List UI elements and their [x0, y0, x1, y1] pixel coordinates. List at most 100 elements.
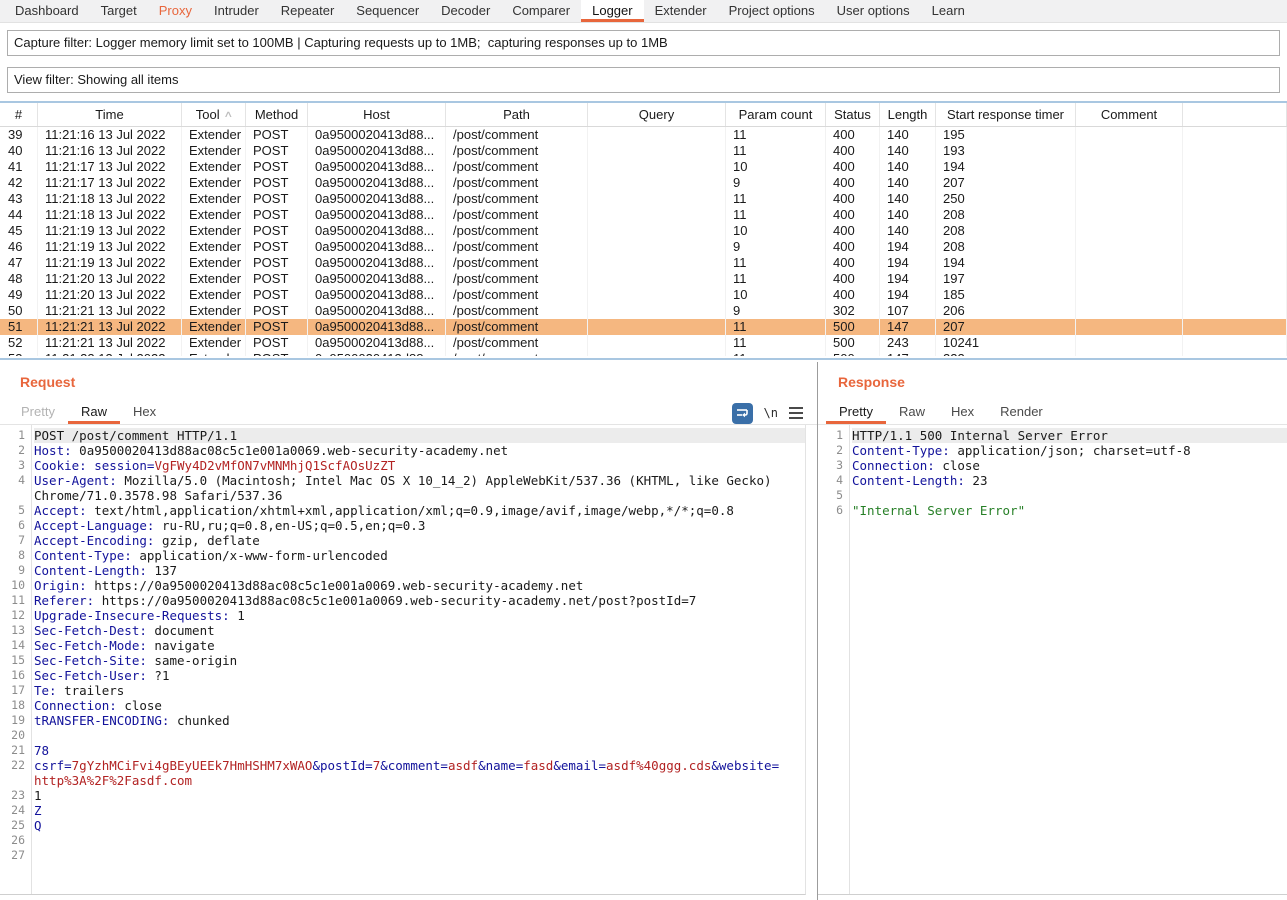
response-tab-pretty[interactable]: Pretty: [826, 400, 886, 424]
cell-param_count: 10: [726, 223, 826, 239]
cell-method: POST: [246, 207, 308, 223]
menu-item-repeater[interactable]: Repeater: [270, 0, 345, 22]
column-header-length[interactable]: Length: [880, 103, 936, 126]
menu-item-user-options[interactable]: User options: [826, 0, 921, 22]
table-row[interactable]: 4711:21:19 13 Jul 2022ExtenderPOST0a9500…: [0, 255, 1287, 271]
cell-tool: Extender: [182, 351, 246, 356]
menu-item-proxy[interactable]: Proxy: [148, 0, 203, 22]
table-row[interactable]: 5211:21:21 13 Jul 2022ExtenderPOST0a9500…: [0, 335, 1287, 351]
menu-item-learn[interactable]: Learn: [921, 0, 976, 22]
cell-status: 400: [826, 239, 880, 255]
cell-id: 48: [0, 271, 38, 287]
cell-time: 11:21:19 13 Jul 2022: [38, 223, 182, 239]
line-content: Q: [34, 818, 805, 833]
line-number: 23: [0, 788, 34, 803]
line-content: Cookie: session=VgFWy4D2vMfON7vMNMhjQ1Sc…: [34, 458, 805, 473]
word-wrap-toggle-icon[interactable]: [732, 403, 753, 424]
cell-length: 243: [880, 335, 936, 351]
cell-method: POST: [246, 191, 308, 207]
response-tab-render[interactable]: Render: [987, 400, 1056, 424]
table-row[interactable]: 4611:21:19 13 Jul 2022ExtenderPOST0a9500…: [0, 239, 1287, 255]
request-panel: Request PrettyRawHex \n 1POST /post/comm…: [0, 362, 817, 900]
menu-item-logger[interactable]: Logger: [581, 0, 643, 22]
table-row[interactable]: 4411:21:18 13 Jul 2022ExtenderPOST0a9500…: [0, 207, 1287, 223]
menu-item-intruder[interactable]: Intruder: [203, 0, 270, 22]
cell-id: 44: [0, 207, 38, 223]
table-row[interactable]: 4811:21:20 13 Jul 2022ExtenderPOST0a9500…: [0, 271, 1287, 287]
line-content: Accept: text/html,application/xhtml+xml,…: [34, 503, 805, 518]
line-content: Referer: https://0a9500020413d88ac08c5c1…: [34, 593, 805, 608]
cell-host: 0a9500020413d88...: [308, 287, 446, 303]
line-number: 17: [0, 683, 34, 698]
table-row[interactable]: 3911:21:16 13 Jul 2022ExtenderPOST0a9500…: [0, 127, 1287, 143]
cell-query: [588, 335, 726, 351]
column-header-#[interactable]: #: [0, 103, 38, 126]
cell-id: 46: [0, 239, 38, 255]
column-header-comment[interactable]: Comment: [1076, 103, 1183, 126]
editor-menu-icon[interactable]: [789, 412, 803, 414]
response-editor-area[interactable]: 1HTTP/1.1 500 Internal Server Error2Cont…: [818, 425, 1287, 895]
menu-item-project-options[interactable]: Project options: [718, 0, 826, 22]
column-header-method[interactable]: Method: [246, 103, 308, 126]
column-header-host[interactable]: Host: [308, 103, 446, 126]
table-row[interactable]: 4311:21:18 13 Jul 2022ExtenderPOST0a9500…: [0, 191, 1287, 207]
column-header-time[interactable]: Time: [38, 103, 182, 126]
column-header-empty[interactable]: [1183, 103, 1287, 126]
request-tab-raw[interactable]: Raw: [68, 400, 120, 424]
cell-trailing: [1183, 223, 1287, 239]
code-line: 24Z: [0, 803, 805, 818]
line-number: 19: [0, 713, 34, 728]
cell-query: [588, 319, 726, 335]
table-row[interactable]: 4111:21:17 13 Jul 2022ExtenderPOST0a9500…: [0, 159, 1287, 175]
column-header-status[interactable]: Status: [826, 103, 880, 126]
request-tab-hex[interactable]: Hex: [120, 400, 169, 424]
cell-query: [588, 255, 726, 271]
response-tab-raw[interactable]: Raw: [886, 400, 938, 424]
column-header-tool[interactable]: Tool∧: [182, 103, 246, 126]
line-content: [852, 488, 1287, 503]
cell-comment: [1076, 191, 1183, 207]
view-filter-bar[interactable]: View filter: Showing all items: [7, 67, 1280, 93]
menu-item-sequencer[interactable]: Sequencer: [345, 0, 430, 22]
capture-filter-bar[interactable]: Capture filter: Logger memory limit set …: [7, 30, 1280, 56]
table-row[interactable]: 4911:21:20 13 Jul 2022ExtenderPOST0a9500…: [0, 287, 1287, 303]
code-line: 22csrf=7gYzhMCiFvi4gBEyUEEk7HmHSHM7xWAO&…: [0, 758, 805, 773]
table-row[interactable]: 4211:21:17 13 Jul 2022ExtenderPOST0a9500…: [0, 175, 1287, 191]
cell-time: 11:21:16 13 Jul 2022: [38, 127, 182, 143]
message-panels: Request PrettyRawHex \n 1POST /post/comm…: [0, 362, 1287, 900]
request-editor-area[interactable]: 1POST /post/comment HTTP/1.12Host: 0a950…: [0, 425, 806, 895]
code-line: 15Sec-Fetch-Site: same-origin: [0, 653, 805, 668]
column-header-start-response-timer[interactable]: Start response timer: [936, 103, 1076, 126]
request-title: Request: [20, 374, 75, 390]
column-header-path[interactable]: Path: [446, 103, 588, 126]
line-content: Content-Length: 137: [34, 563, 805, 578]
menu-item-decoder[interactable]: Decoder: [430, 0, 501, 22]
menu-item-comparer[interactable]: Comparer: [501, 0, 581, 22]
cell-query: [588, 271, 726, 287]
request-tab-pretty[interactable]: Pretty: [8, 400, 68, 424]
column-header-param-count[interactable]: Param count: [726, 103, 826, 126]
code-line: 7Accept-Encoding: gzip, deflate: [0, 533, 805, 548]
table-row[interactable]: 5111:21:21 13 Jul 2022ExtenderPOST0a9500…: [0, 319, 1287, 335]
table-row[interactable]: 5011:21:21 13 Jul 2022ExtenderPOST0a9500…: [0, 303, 1287, 319]
show-newlines-icon[interactable]: \n: [764, 406, 778, 420]
code-line: 4User-Agent: Mozilla/5.0 (Macintosh; Int…: [0, 473, 805, 488]
line-content: Sec-Fetch-Mode: navigate: [34, 638, 805, 653]
cell-query: [588, 159, 726, 175]
table-row[interactable]: 4011:21:16 13 Jul 2022ExtenderPOST0a9500…: [0, 143, 1287, 159]
cell-query: [588, 239, 726, 255]
cell-method: POST: [246, 255, 308, 271]
response-tab-hex[interactable]: Hex: [938, 400, 987, 424]
response-title: Response: [838, 374, 905, 390]
cell-param_count: 11: [726, 319, 826, 335]
menu-item-dashboard[interactable]: Dashboard: [4, 0, 90, 22]
cell-comment: [1076, 303, 1183, 319]
line-content: csrf=7gYzhMCiFvi4gBEyUEEk7HmHSHM7xWAO&po…: [34, 758, 805, 773]
cell-tool: Extender: [182, 287, 246, 303]
table-row[interactable]: 4511:21:19 13 Jul 2022ExtenderPOST0a9500…: [0, 223, 1287, 239]
line-number: 2: [818, 443, 852, 458]
column-header-query[interactable]: Query: [588, 103, 726, 126]
menu-item-target[interactable]: Target: [90, 0, 148, 22]
menu-item-extender[interactable]: Extender: [644, 0, 718, 22]
table-row[interactable]: 5311:21:22 13 Jul 2022ExtenderPOST0a9500…: [0, 351, 1287, 356]
